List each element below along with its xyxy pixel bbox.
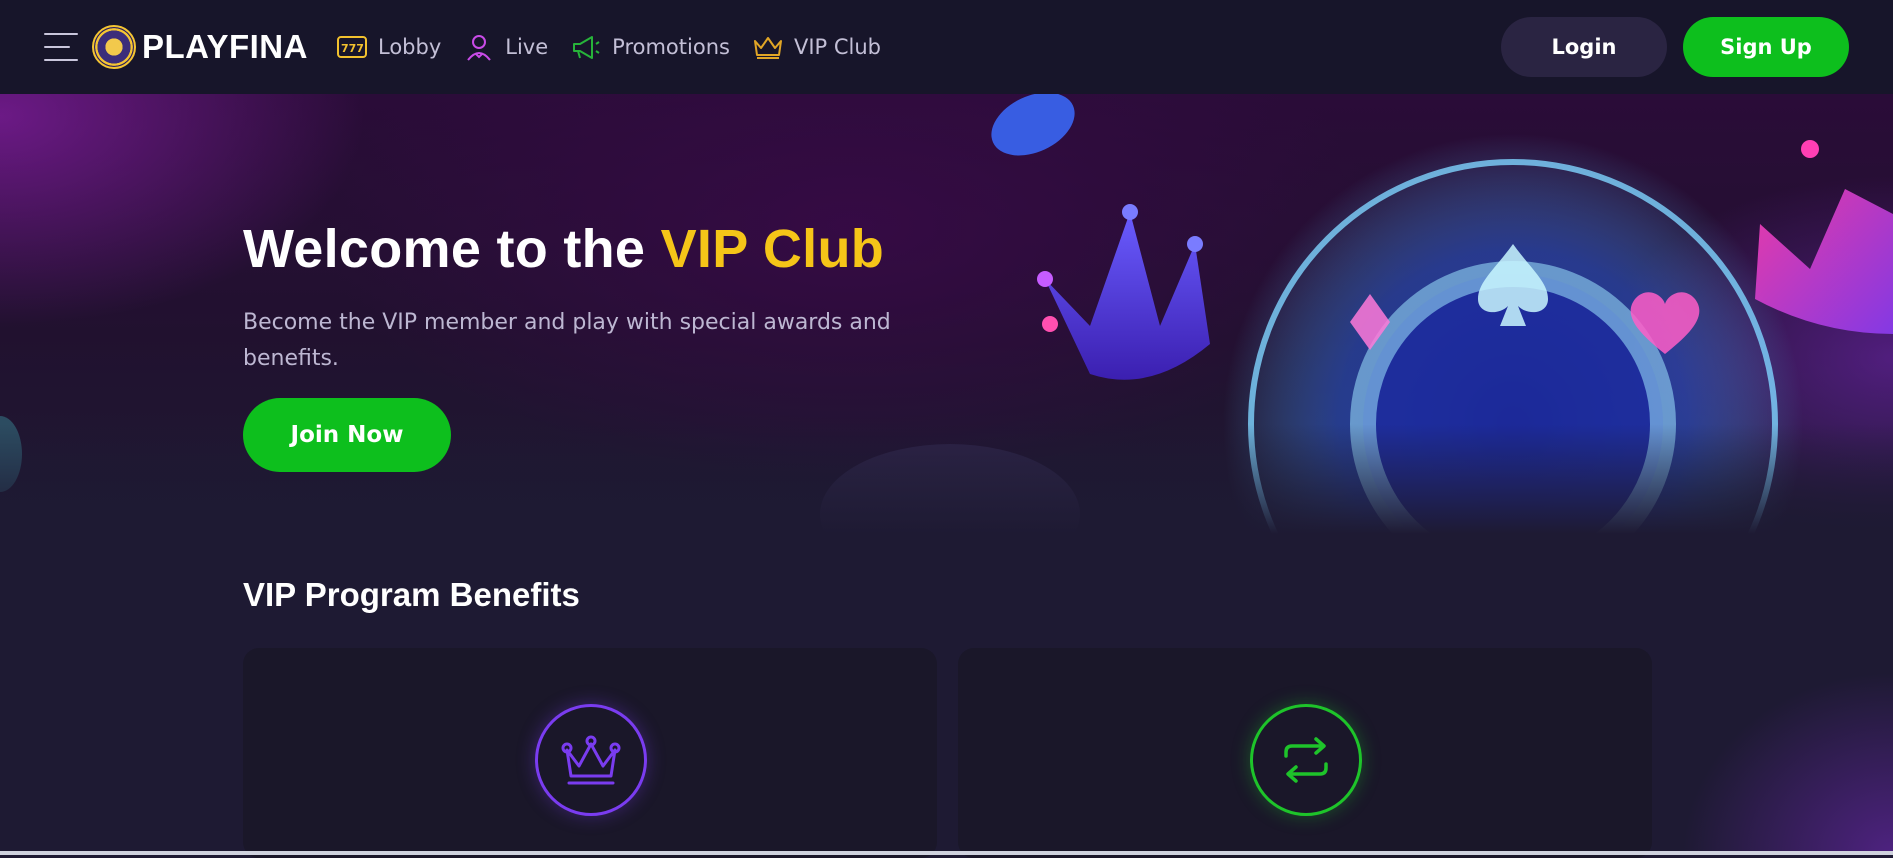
- auth-actions: Login Sign Up: [1501, 17, 1849, 77]
- section-title: VIP Program Benefits: [243, 576, 580, 613]
- join-now-button[interactable]: Join Now: [243, 398, 451, 472]
- nav-label-lobby: Lobby: [377, 35, 442, 59]
- login-button[interactable]: Login: [1501, 17, 1667, 77]
- hero-text-block: Welcome to the VIP Club Become the VIP m…: [243, 219, 1003, 377]
- menu-icon[interactable]: [44, 33, 78, 61]
- benefit-card: [958, 648, 1652, 858]
- svg-text:777: 777: [341, 42, 364, 55]
- main-nav: 777 Lobby Live Promotions VIP Club: [336, 32, 881, 62]
- hero-title-accent: VIP Club: [660, 219, 885, 279]
- window-bottom-edge: [0, 851, 1893, 855]
- nav-label-live: Live: [505, 35, 549, 59]
- brand-logo[interactable]: PLAYFINA: [92, 25, 308, 69]
- nav-item-lobby[interactable]: 777 Lobby: [336, 32, 441, 62]
- casino-chip-logo-icon: [92, 25, 136, 69]
- blue-chip-top: [991, 94, 1075, 156]
- nav-item-vip-club[interactable]: VIP Club: [752, 32, 881, 62]
- crown-icon: [753, 37, 782, 59]
- hero-title-main: Welcome to the: [243, 219, 661, 279]
- signup-button[interactable]: Sign Up: [1683, 17, 1849, 77]
- slot-machine-icon: 777: [336, 36, 367, 58]
- top-navigation-bar: PLAYFINA 777 Lobby Live Promotions VIP C…: [0, 0, 1893, 94]
- hero-subtitle: Become the VIP member and play with spec…: [243, 310, 891, 372]
- hero-title: Welcome to the VIP Club: [243, 219, 1003, 279]
- brand-name: PLAYFINA: [142, 28, 308, 65]
- purple-crown-decoration: [1037, 204, 1210, 380]
- nav-label-vip-club: VIP Club: [793, 35, 881, 59]
- dealer-icon: [467, 35, 492, 61]
- benefit-icon-badge: [535, 704, 647, 816]
- exchange-arrows-icon: [1284, 737, 1328, 783]
- crown-icon: [561, 735, 621, 785]
- nav-item-live[interactable]: Live: [463, 32, 548, 62]
- nav-label-promotions: Promotions: [612, 35, 730, 59]
- benefit-icon-badge: [1250, 704, 1362, 816]
- megaphone-icon: [573, 36, 600, 59]
- benefit-card: [243, 648, 937, 858]
- hero-banner: Welcome to the VIP Club Become the VIP m…: [0, 94, 1893, 534]
- pink-crown-decoration: [1755, 140, 1893, 334]
- nav-item-promotions[interactable]: Promotions: [570, 32, 730, 62]
